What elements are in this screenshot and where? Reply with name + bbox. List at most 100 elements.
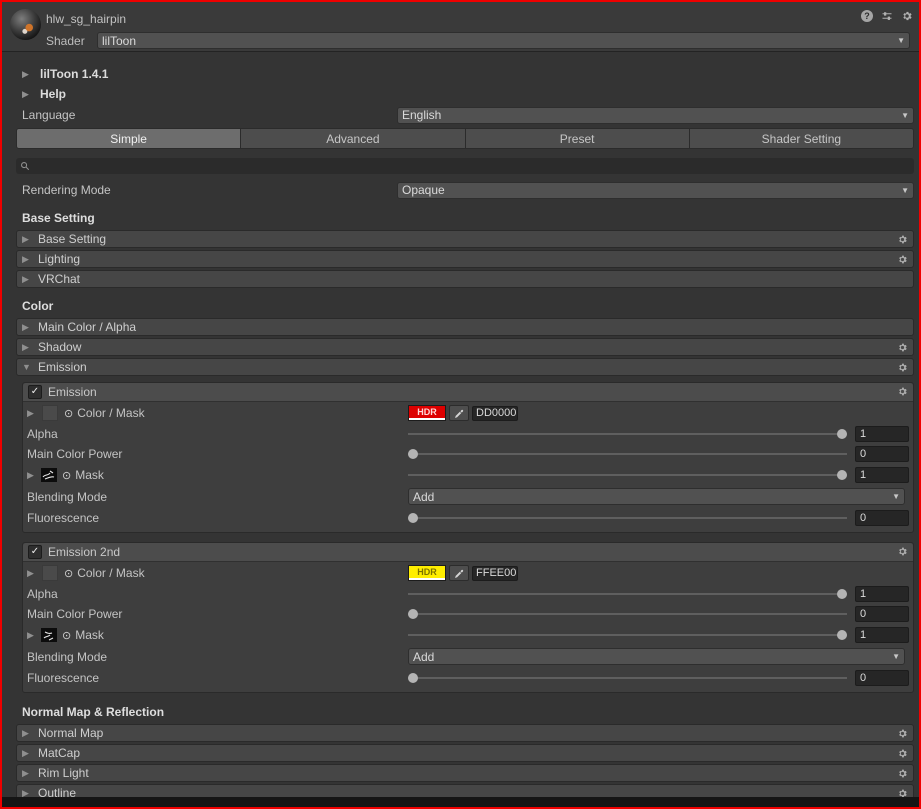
tab-simple[interactable]: Simple [17,129,242,148]
emission-2nd-enable-header: ✓ Emission 2nd [23,543,913,562]
alpha-row: Alpha 1 [23,424,913,444]
object-picker-icon[interactable]: ⊙ [64,567,73,580]
foldout-collapsed-icon: ▶ [27,469,34,480]
mask-slider[interactable] [408,469,847,481]
mask-value-field[interactable]: 1 [855,467,909,483]
material-inspector: hlw_sg_hairpin Shader lilToon ▼ ? ▶ lilT… [0,0,921,809]
emission-2nd-title: Emission 2nd [48,545,121,559]
object-picker-icon[interactable]: ⊙ [62,469,71,482]
slider-handle[interactable] [408,609,418,619]
object-picker-icon[interactable]: ⊙ [62,629,71,642]
main-color-power-slider[interactable] [408,448,847,460]
slider-handle[interactable] [408,672,418,683]
color-texture-slot[interactable] [42,565,58,581]
emission-2nd-enabled-checkbox[interactable]: ✓ [28,545,42,559]
hex-color-field[interactable]: FFEE00 [472,565,518,581]
material-preview-sphere[interactable] [10,9,41,40]
mask-texture-thumbnail[interactable] [41,468,57,482]
help-icon[interactable]: ? [861,10,873,22]
fluorescence-row: Fluorescence 0 [23,667,913,688]
color-texture-slot[interactable] [42,405,58,421]
gear-icon[interactable] [897,728,908,742]
search-input[interactable] [16,158,914,174]
fluorescence-value-field[interactable]: 0 [855,509,909,526]
section-heading-base-setting: Base Setting [22,211,95,225]
rendering-mode-label: Rendering Mode [22,183,111,197]
emission-enabled-checkbox[interactable]: ✓ [28,385,42,399]
bar-main-color-alpha[interactable]: ▶ Main Color / Alpha [16,318,914,336]
gear-icon[interactable] [897,342,908,356]
inspector-body: ▶ lilToon 1.4.1 ▶ Help Language English … [2,52,919,802]
tab-advanced[interactable]: Advanced [241,129,466,148]
bar-normal-map[interactable]: ▶ Normal Map [16,724,914,742]
foldout-help[interactable]: ▶ Help [16,84,914,104]
slider-handle[interactable] [837,470,847,480]
main-color-power-value-field[interactable]: 0 [855,446,909,462]
blending-mode-label: Blending Mode [27,489,108,504]
tab-preset[interactable]: Preset [465,129,690,148]
shader-value: lilToon [102,33,137,48]
main-color-power-slider[interactable] [408,608,847,620]
emission-enable-header: ✓ Emission [23,383,913,402]
bar-base-setting[interactable]: ▶ Base Setting [16,230,914,248]
alpha-slider[interactable] [408,588,847,600]
alpha-slider[interactable] [408,428,847,440]
foldout-collapsed-icon: ▶ [22,88,29,99]
eyedropper-icon[interactable] [449,405,469,421]
mask-texture-thumbnail[interactable] [41,628,57,642]
emission-title: Emission [48,385,97,399]
rendering-mode-value: Opaque [402,183,445,197]
slider-handle[interactable] [408,512,418,523]
fluorescence-value-field[interactable]: 0 [855,669,909,686]
tab-shader-setting[interactable]: Shader Setting [689,129,913,148]
main-color-power-row: Main Color Power 0 [23,604,913,624]
alpha-value-field[interactable]: 1 [855,426,909,442]
hex-color-field[interactable]: DD0000 [472,405,518,421]
gear-icon[interactable] [897,386,908,400]
gear-icon[interactable] [897,254,908,268]
fluorescence-row: Fluorescence 0 [23,507,913,528]
bar-lighting[interactable]: ▶ Lighting [16,250,914,268]
hdr-color-swatch[interactable]: HDR [408,405,446,421]
bar-rim-light[interactable]: ▶ Rim Light [16,764,914,782]
gear-icon[interactable] [897,748,908,762]
hdr-color-swatch[interactable]: HDR [408,565,446,581]
bar-shadow[interactable]: ▶ Shadow [16,338,914,356]
foldout-version[interactable]: ▶ lilToon 1.4.1 [16,64,914,84]
blending-mode-dropdown[interactable]: Add ▼ [408,488,905,505]
help-label: Help [40,87,67,101]
bar-label: VRChat [38,272,81,286]
blending-mode-dropdown[interactable]: Add ▼ [408,648,905,665]
bar-label: Shadow [38,340,82,354]
mask-value-field[interactable]: 1 [855,627,909,643]
rendering-mode-dropdown[interactable]: Opaque ▼ [397,181,914,199]
bar-vrchat[interactable]: ▶ VRChat [16,270,914,288]
gear-icon[interactable] [897,362,908,376]
eyedropper-icon[interactable] [449,565,469,581]
slider-handle[interactable] [837,589,847,599]
blending-mode-label: Blending Mode [27,649,108,664]
fluorescence-slider[interactable] [408,512,847,524]
mask-slider[interactable] [408,629,847,641]
gear-icon[interactable] [897,546,908,560]
slider-handle[interactable] [408,449,418,459]
language-dropdown[interactable]: English ▼ [397,106,914,124]
bar-emission[interactable]: ▼ Emission [16,358,914,376]
bar-label: Main Color / Alpha [38,320,137,334]
object-picker-icon[interactable]: ⊙ [64,407,73,420]
mode-tabbar: Simple Advanced Preset Shader Setting [16,128,914,149]
fluorescence-label: Fluorescence [27,510,100,525]
preset-icon[interactable] [881,10,893,22]
gear-icon[interactable] [897,234,908,248]
emission-panel: ✓ Emission ▶ ⊙ Color / Mask HDR DD0000 A… [22,382,914,533]
slider-handle[interactable] [837,429,847,439]
fluorescence-slider[interactable] [408,672,847,684]
alpha-value-field[interactable]: 1 [855,586,909,602]
section-heading-color: Color [22,299,54,313]
shader-dropdown[interactable]: lilToon ▼ [97,32,910,49]
bar-matcap[interactable]: ▶ MatCap [16,744,914,762]
slider-handle[interactable] [837,630,847,640]
gear-icon[interactable] [901,10,913,22]
gear-icon[interactable] [897,768,908,782]
main-color-power-value-field[interactable]: 0 [855,606,909,622]
